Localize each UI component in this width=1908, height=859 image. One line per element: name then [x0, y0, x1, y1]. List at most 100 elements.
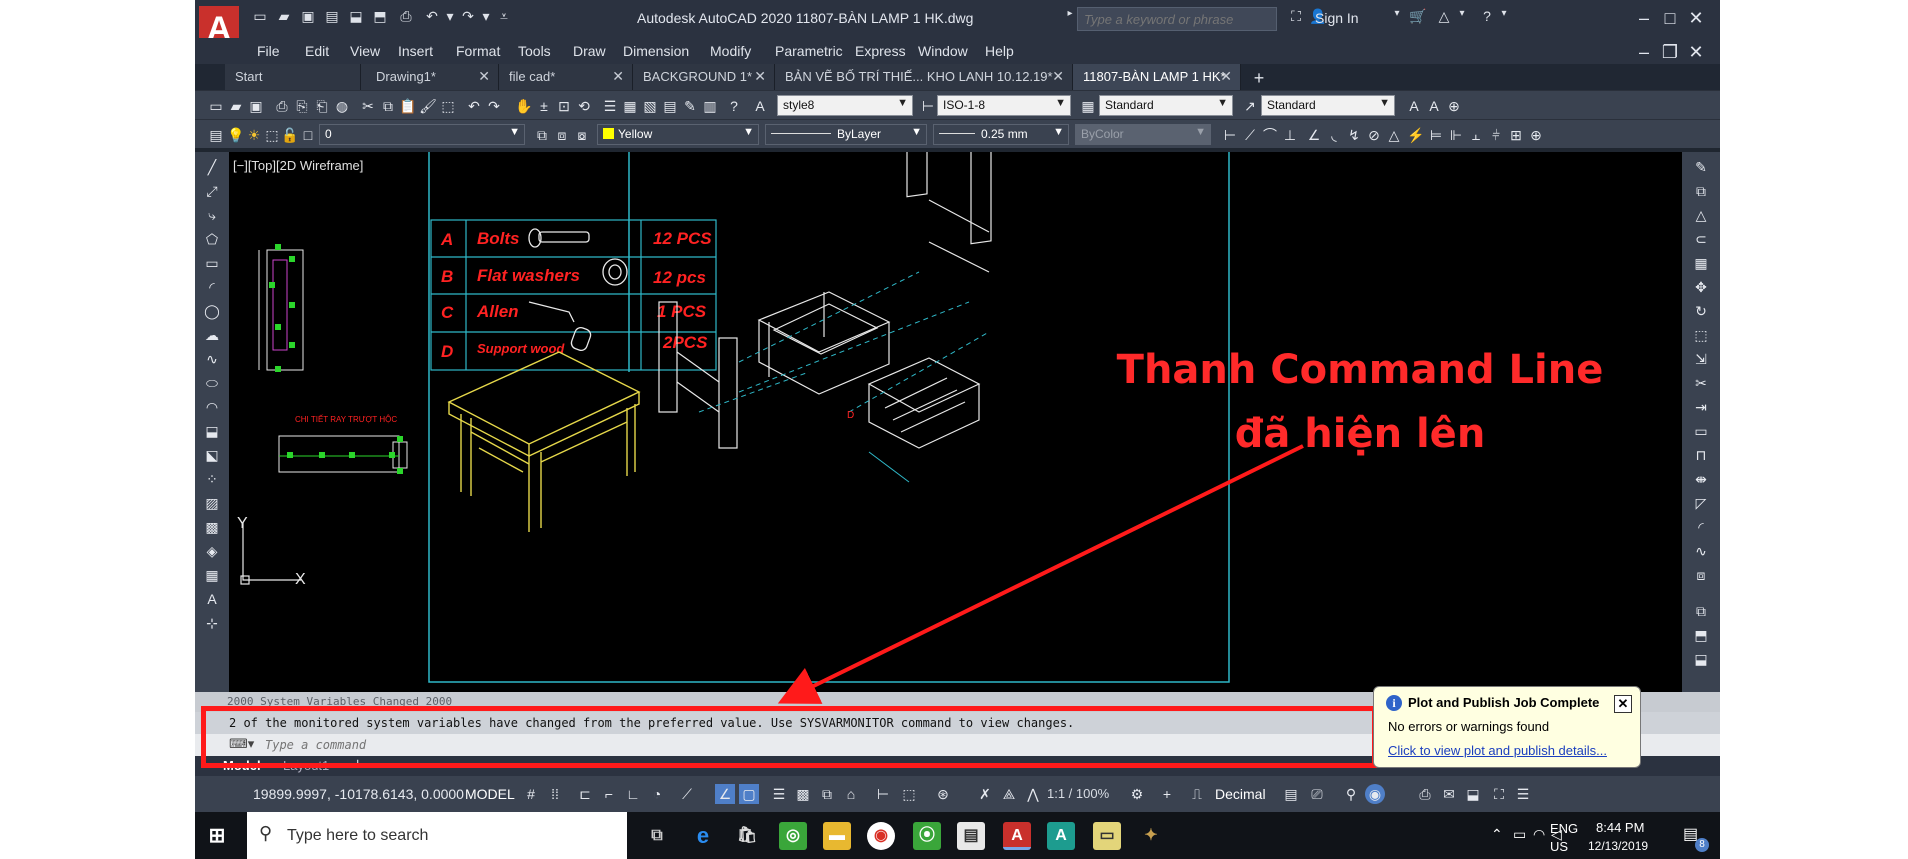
linetype-select[interactable]: ByLayer ▼: [765, 124, 927, 145]
line-icon[interactable]: ╱: [203, 158, 221, 176]
help-search-input[interactable]: [1078, 8, 1276, 30]
annotation-visibility-icon[interactable]: ✗: [975, 784, 995, 804]
draw-order-front-icon[interactable]: ⬒: [1692, 626, 1710, 644]
table-style-select[interactable]: Standard ▼: [1099, 95, 1233, 116]
undo-icon[interactable]: ↶: [423, 8, 441, 26]
menu-express[interactable]: Express: [855, 43, 906, 59]
open-web-icon[interactable]: ⬓: [347, 8, 365, 26]
menu-insert[interactable]: Insert: [398, 43, 433, 59]
stretch-icon[interactable]: ⇲: [1692, 350, 1710, 368]
auto-scale-icon[interactable]: ⟁: [999, 784, 1019, 804]
app-misc-icon[interactable]: ✦: [1137, 822, 1165, 850]
customize-quick-access-icon[interactable]: ⩡: [495, 8, 513, 26]
notification-details-link[interactable]: Click to view plot and publish details..…: [1388, 743, 1607, 758]
redo-dropdown-icon[interactable]: ▾: [477, 8, 495, 26]
plot-icon[interactable]: ⎙: [273, 97, 291, 115]
match-properties-icon[interactable]: 🖌: [419, 97, 437, 115]
maximize-button[interactable]: □: [1657, 6, 1683, 30]
isolate-objects-icon[interactable]: ⚲: [1341, 784, 1361, 804]
notepad-icon[interactable]: ▤: [957, 822, 985, 850]
menu-parametric[interactable]: Parametric: [775, 43, 843, 59]
menu-format[interactable]: Format: [456, 43, 500, 59]
sticky-notes-icon[interactable]: ▭: [1093, 822, 1121, 850]
new-file-icon[interactable]: ▭: [251, 8, 269, 26]
region-icon[interactable]: ◈: [203, 542, 221, 560]
polygon-icon[interactable]: ⬠: [203, 230, 221, 248]
pan-icon[interactable]: ✋: [515, 97, 533, 115]
layer-select[interactable]: 0 ▼: [319, 124, 525, 145]
design-center-icon[interactable]: ▦: [621, 97, 639, 115]
menu-modify[interactable]: Modify: [710, 43, 751, 59]
autocad-lt-icon[interactable]: A: [1047, 822, 1075, 850]
polyline-icon[interactable]: ⤷: [203, 206, 221, 224]
object-snap-tracking-icon[interactable]: ∠: [715, 784, 735, 804]
undo-icon[interactable]: ↶: [465, 97, 483, 115]
file-explorer-icon[interactable]: ▬: [823, 822, 851, 850]
notification-close-button[interactable]: ✕: [1614, 695, 1632, 713]
tab-file-cad[interactable]: file cad* ✕: [499, 64, 633, 90]
draw-order-back-icon[interactable]: ⬓: [1692, 650, 1710, 668]
help-dropdown-icon[interactable]: ▾: [1495, 8, 1513, 26]
mirror-icon[interactable]: △: [1692, 206, 1710, 224]
new-tab-icon[interactable]: +: [1250, 68, 1268, 88]
circle-icon[interactable]: ◯: [203, 302, 221, 320]
app-leaf-icon[interactable]: ⦿: [913, 822, 941, 850]
annotation-scale-value[interactable]: 1:1 / 100%: [1047, 786, 1109, 801]
lineweight-icon[interactable]: ☰: [769, 784, 789, 804]
close-icon[interactable]: ✕: [1220, 68, 1232, 85]
aligned-dim-icon[interactable]: ⟋: [1241, 126, 1259, 144]
break-point-icon[interactable]: ▭: [1692, 422, 1710, 440]
layer-manager-icon[interactable]: ▤: [207, 126, 225, 144]
tab-ban-lamp-active[interactable]: 11807-BÀN LAMP 1 HK* ✕: [1073, 64, 1241, 90]
break-dim-icon[interactable]: ⫩: [1487, 126, 1505, 144]
extend-icon[interactable]: ⇥: [1692, 398, 1710, 416]
clock-time[interactable]: 8:44 PM: [1596, 820, 1644, 835]
add-selected-icon[interactable]: ⊹: [203, 614, 221, 632]
sign-in-link[interactable]: Sign In: [1315, 10, 1359, 26]
open-file-icon[interactable]: ▰: [275, 8, 293, 26]
design-web-icon[interactable]: ◍: [333, 97, 351, 115]
move-icon[interactable]: ✥: [1692, 278, 1710, 296]
cart-icon[interactable]: 🛒: [1409, 8, 1427, 26]
text-a-icon[interactable]: A: [1405, 97, 1423, 115]
gradient-icon[interactable]: ▩: [203, 518, 221, 536]
space-dim-icon[interactable]: ⫠: [1467, 126, 1485, 144]
windows-start-icon[interactable]: ⊞: [203, 822, 231, 850]
arc-length-icon[interactable]: ⌒: [1261, 126, 1279, 144]
hatch-icon[interactable]: ▨: [203, 494, 221, 512]
dynamic-ucs-icon[interactable]: ⊢: [873, 784, 893, 804]
zoom-window-icon[interactable]: ⊡: [555, 97, 573, 115]
color-select[interactable]: Yellow ▼: [597, 124, 759, 145]
center-mark-icon[interactable]: ⊕: [1527, 126, 1545, 144]
rectangle-icon[interactable]: ▭: [203, 254, 221, 272]
arc-icon[interactable]: ◜: [203, 278, 221, 296]
copy-icon[interactable]: ⧉: [379, 97, 397, 115]
array-icon[interactable]: ▦: [1692, 254, 1710, 272]
calculator-icon[interactable]: ▥: [701, 97, 719, 115]
menu-edit[interactable]: Edit: [305, 43, 329, 59]
diameter-dim-icon[interactable]: ⊘: [1365, 126, 1383, 144]
tab-drawing1[interactable]: Drawing1* ✕: [361, 64, 499, 90]
tab-start[interactable]: Start: [225, 64, 361, 90]
grid-icon[interactable]: #: [521, 784, 541, 804]
fillet-icon[interactable]: ◜: [1692, 518, 1710, 536]
redo-icon[interactable]: ↷: [459, 8, 477, 26]
layer-lock-icon[interactable]: 🔓: [281, 126, 299, 144]
polar-icon[interactable]: ◔: [647, 784, 667, 804]
workspace-gear-icon[interactable]: ⚙: [1127, 784, 1147, 804]
undo-dropdown-icon[interactable]: ▾: [441, 8, 459, 26]
binoculars-icon[interactable]: ⛶: [1287, 8, 1305, 26]
close-icon[interactable]: ✕: [612, 68, 624, 85]
quick-properties-icon[interactable]: ▤: [1281, 784, 1301, 804]
clock-date[interactable]: 12/13/2019: [1588, 839, 1648, 853]
ordinate-dim-icon[interactable]: ⊥: [1281, 126, 1299, 144]
mleader-style-icon[interactable]: ↗: [1241, 97, 1259, 115]
3d-osnap-icon[interactable]: ⌂: [841, 784, 861, 804]
help-search-box[interactable]: [1077, 7, 1277, 31]
blend-curves-icon[interactable]: ∿: [1692, 542, 1710, 560]
layer-previous-icon[interactable]: ⧈: [553, 126, 571, 144]
menu-help[interactable]: Help: [985, 43, 1014, 59]
dim-style-icon[interactable]: ⊢: [919, 97, 937, 115]
redo-icon[interactable]: ↷: [485, 97, 503, 115]
mleader-style-select[interactable]: Standard ▼: [1261, 95, 1395, 116]
